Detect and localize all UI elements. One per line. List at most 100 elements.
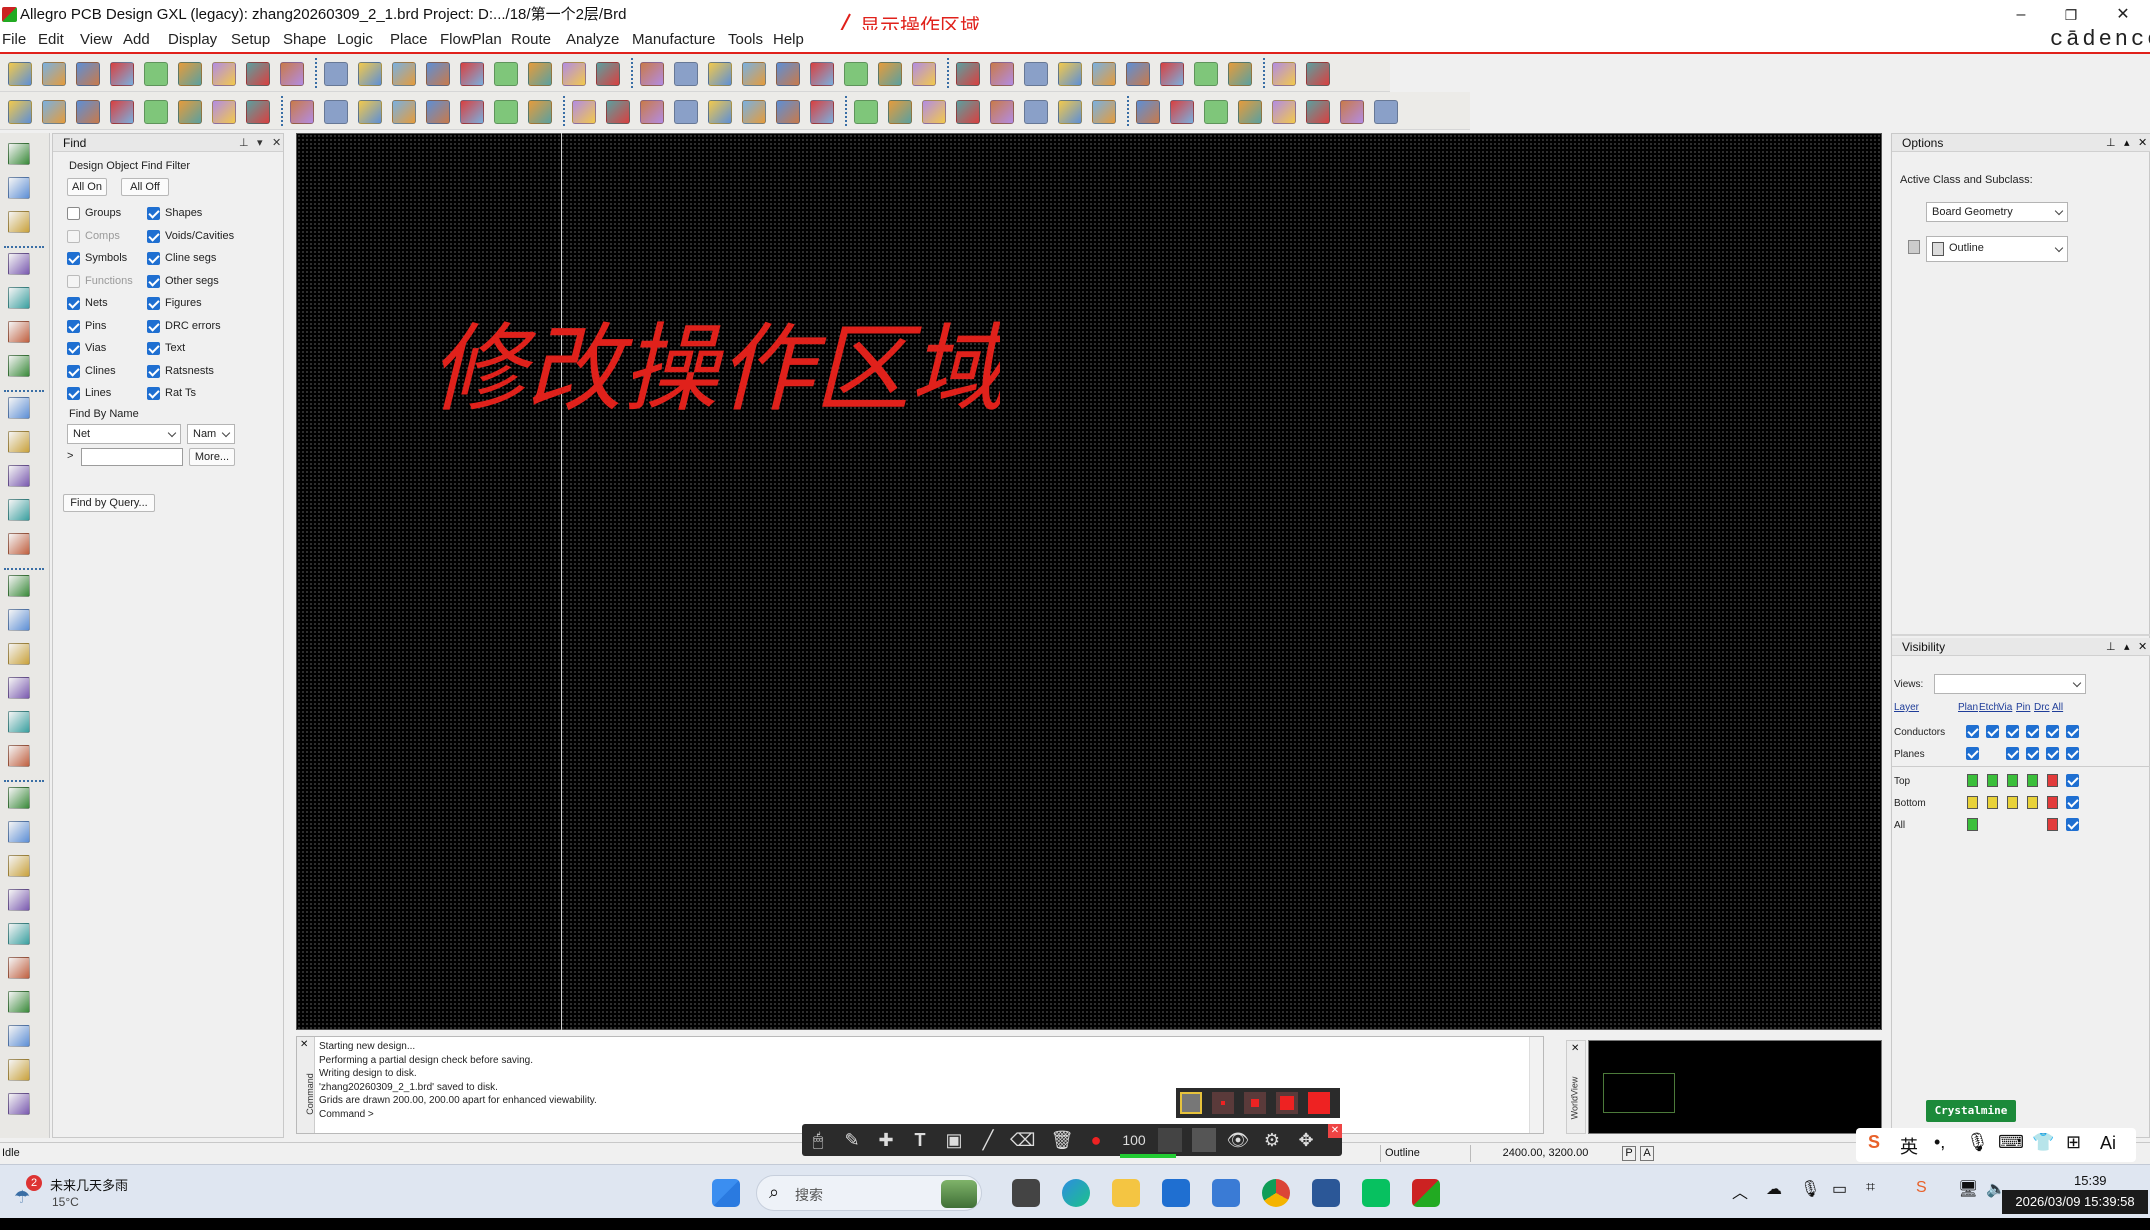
punct-icon[interactable]: •,: [1934, 1132, 1945, 1153]
crystal-badge[interactable]: Crystalmine: [1926, 1100, 2016, 1122]
allegro-taskbar-icon[interactable]: [1412, 1179, 1440, 1207]
toolbar2-tool-icon-28[interactable]: [956, 100, 980, 124]
left-tool-icon-25[interactable]: [8, 991, 30, 1013]
start-icon[interactable]: [712, 1179, 740, 1207]
toolbar1-tool-icon-38[interactable]: [1306, 62, 1330, 86]
find-name-select[interactable]: Nam: [187, 424, 235, 444]
task-view-icon[interactable]: [1012, 1179, 1040, 1207]
left-tool-icon-23[interactable]: [8, 923, 30, 945]
weather-icon[interactable]: 2 ☂: [14, 1175, 42, 1207]
vis-checkbox[interactable]: [2066, 747, 2079, 760]
menu-route[interactable]: Route: [511, 30, 551, 50]
vis-header-layer[interactable]: Layer: [1894, 702, 1919, 713]
toolbar2-tool-icon-36[interactable]: [1238, 100, 1262, 124]
drive-icon[interactable]: ▭: [1832, 1179, 1847, 1199]
toolbar2-tool-icon-21[interactable]: [708, 100, 732, 124]
toolbar2-tool-icon-37[interactable]: [1272, 100, 1296, 124]
crosshair-icon[interactable]: ✚: [874, 1128, 898, 1152]
move-icon[interactable]: ✥: [1294, 1128, 1318, 1152]
left-tool-icon-1[interactable]: [8, 143, 30, 165]
vis-checkbox[interactable]: [2066, 774, 2079, 787]
vis-checkbox[interactable]: [2006, 747, 2019, 760]
toolbar2-tool-icon-7[interactable]: [212, 100, 236, 124]
toolbar2-tool-icon-25[interactable]: [854, 100, 878, 124]
find-checkbox-rat-ts[interactable]: [147, 387, 160, 400]
menu-flowplan[interactable]: FlowPlan: [440, 30, 502, 50]
toolbar2-tool-icon-9[interactable]: [290, 100, 314, 124]
toolbar2-tool-icon-18[interactable]: [606, 100, 630, 124]
close-button[interactable]: ✕: [2098, 0, 2148, 30]
toolbar1-tool-icon-8[interactable]: [246, 62, 270, 86]
toolbar1-tool-icon-11[interactable]: [358, 62, 382, 86]
left-tool-icon-5[interactable]: [8, 287, 30, 309]
toolbar1-tool-icon-1[interactable]: [8, 62, 32, 86]
eraser-icon[interactable]: ⌫: [1010, 1128, 1035, 1152]
vis-header-plan[interactable]: Plan: [1958, 702, 1978, 713]
vis-checkbox[interactable]: [2026, 725, 2039, 738]
toolbar2-tool-icon-4[interactable]: [110, 100, 134, 124]
left-tool-icon-16[interactable]: [8, 677, 30, 699]
toolbar2-tool-icon-8[interactable]: [246, 100, 270, 124]
menu-edit[interactable]: Edit: [38, 30, 64, 50]
toolbar2-tool-icon-16[interactable]: [528, 100, 552, 124]
vis-color-swatch[interactable]: [2027, 796, 2038, 809]
find-checkbox-lines[interactable]: [67, 387, 80, 400]
left-tool-icon-27[interactable]: [8, 1059, 30, 1081]
vis-checkbox[interactable]: [2066, 796, 2079, 809]
toolbar1-tool-icon-10[interactable]: [324, 62, 348, 86]
grid-icon[interactable]: ⊞: [2066, 1132, 2081, 1153]
menu-shape[interactable]: Shape: [283, 30, 326, 50]
toolbar2-tool-icon-26[interactable]: [888, 100, 912, 124]
app-chart-icon[interactable]: [1212, 1179, 1240, 1207]
toolbar1-tool-icon-37[interactable]: [1272, 62, 1296, 86]
pin-icon[interactable]: ⊥: [2106, 134, 2116, 152]
pen-color-gray[interactable]: [1180, 1092, 1202, 1114]
worldview-panel[interactable]: [1588, 1040, 1882, 1134]
more-button[interactable]: More...: [189, 448, 235, 466]
vis-checkbox[interactable]: [2046, 747, 2059, 760]
toolbar1-tool-icon-31[interactable]: [1058, 62, 1082, 86]
toolbar1-tool-icon-32[interactable]: [1092, 62, 1116, 86]
left-tool-icon-3[interactable]: [8, 211, 30, 233]
pen-size-large[interactable]: [1276, 1092, 1298, 1114]
toolbar2-tool-icon-40[interactable]: [1374, 100, 1398, 124]
left-tool-icon-15[interactable]: [8, 643, 30, 665]
all-on-button[interactable]: All On: [67, 178, 107, 196]
toolbar1-tool-icon-21[interactable]: [708, 62, 732, 86]
toolbar1-tool-icon-28[interactable]: [956, 62, 980, 86]
toolbar2-tool-icon-20[interactable]: [674, 100, 698, 124]
panel-close-icon[interactable]: ✕: [272, 134, 281, 152]
vis-checkbox[interactable]: [1966, 747, 1979, 760]
toolbar2-tool-icon-2[interactable]: [42, 100, 66, 124]
display-icon[interactable]: 🖥: [1958, 1179, 1978, 1199]
toolbar1-tool-icon-9[interactable]: [280, 62, 304, 86]
toolbar2-tool-icon-13[interactable]: [426, 100, 450, 124]
find-checkbox-text[interactable]: [147, 342, 160, 355]
menu-manufacture[interactable]: Manufacture: [632, 30, 715, 50]
sogou-tray-icon[interactable]: S: [1916, 1179, 1927, 1197]
toolbar-close-icon[interactable]: ✕: [1328, 1124, 1342, 1138]
toolbar2-tool-icon-38[interactable]: [1306, 100, 1330, 124]
menu-place[interactable]: Place: [390, 30, 428, 50]
image-icon[interactable]: ▣: [942, 1128, 966, 1152]
toolbar1-tool-icon-17[interactable]: [562, 62, 586, 86]
pin-icon[interactable]: ⊥: [2106, 638, 2116, 656]
vis-color-swatch[interactable]: [2007, 774, 2018, 787]
panel-close-icon[interactable]: ✕: [2138, 134, 2147, 152]
menu-view[interactable]: View: [80, 30, 112, 50]
maximize-button[interactable]: ❐: [2046, 0, 2096, 30]
toolbar1-tool-icon-19[interactable]: [640, 62, 664, 86]
edge-icon[interactable]: [1062, 1179, 1090, 1207]
left-tool-icon-21[interactable]: [8, 855, 30, 877]
pen-size-small[interactable]: [1212, 1092, 1234, 1114]
network-tray-icon[interactable]: ⌗: [1866, 1179, 1875, 1197]
color-swatch-gray[interactable]: [1192, 1128, 1216, 1152]
toolbar2-tool-icon-31[interactable]: [1058, 100, 1082, 124]
vis-checkbox[interactable]: [2066, 818, 2079, 831]
toolbar2-tool-icon-10[interactable]: [324, 100, 348, 124]
vis-color-swatch[interactable]: [2047, 774, 2058, 787]
find-checkbox-groups[interactable]: [67, 207, 80, 220]
command-console[interactable]: ✕ Command Starting new design... Performi…: [296, 1036, 1544, 1134]
word-icon[interactable]: [1312, 1179, 1340, 1207]
toolbar2-tool-icon-17[interactable]: [572, 100, 596, 124]
